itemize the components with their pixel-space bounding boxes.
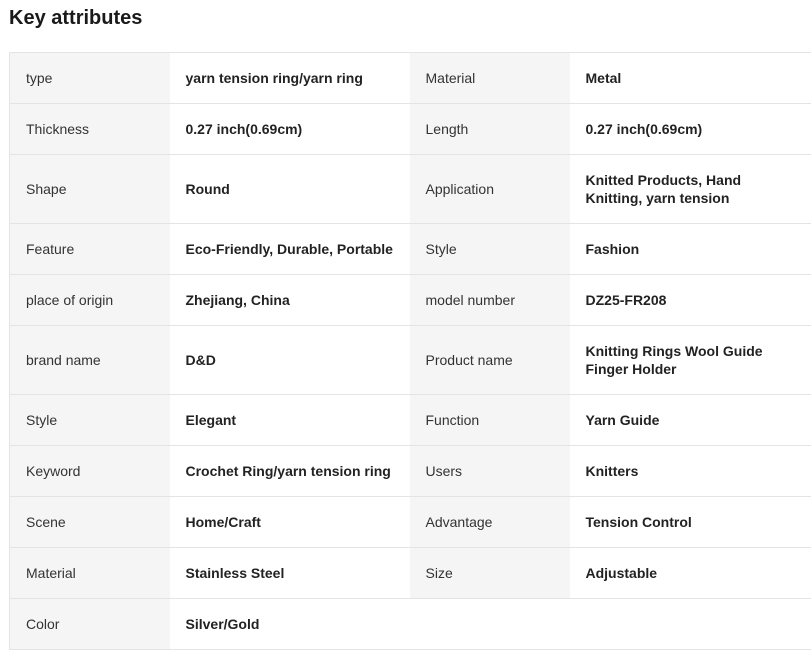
table-row: Material Stainless Steel Size Adjustable [9, 547, 811, 599]
attribute-key: Style [409, 223, 570, 275]
attribute-value: Elegant [169, 394, 410, 446]
table-row: Feature Eco-Friendly, Durable, Portable … [9, 223, 811, 275]
table-row: Color Silver/Gold [9, 598, 811, 650]
attribute-key: place of origin [9, 274, 170, 326]
attribute-value-empty [569, 598, 811, 650]
attribute-value: Silver/Gold [169, 598, 410, 650]
attributes-table: type yarn tension ring/yarn ring Materia… [9, 52, 811, 650]
attribute-value: Crochet Ring/yarn tension ring [169, 445, 410, 497]
attribute-key: Size [409, 547, 570, 599]
attribute-key: Shape [9, 154, 170, 224]
attribute-value: Knitting Rings Wool Guide Finger Holder [569, 325, 811, 395]
attribute-key-empty [409, 598, 570, 650]
attribute-key: Material [409, 52, 570, 104]
attribute-value: D&D [169, 325, 410, 395]
attribute-value: Knitters [569, 445, 811, 497]
section-heading: Key attributes [9, 7, 143, 29]
attribute-value: yarn tension ring/yarn ring [169, 52, 410, 104]
table-row: brand name D&D Product name Knitting Rin… [9, 325, 811, 395]
table-row: place of origin Zhejiang, China model nu… [9, 274, 811, 326]
attribute-value: Zhejiang, China [169, 274, 410, 326]
attribute-value: DZ25-FR208 [569, 274, 811, 326]
attribute-value: Tension Control [569, 496, 811, 548]
attribute-value: 0.27 inch(0.69cm) [569, 103, 811, 155]
attribute-key: Scene [9, 496, 170, 548]
attribute-key: Feature [9, 223, 170, 275]
attribute-value: Metal [569, 52, 811, 104]
attribute-key: Length [409, 103, 570, 155]
attribute-key: model number [409, 274, 570, 326]
attribute-key: Material [9, 547, 170, 599]
attribute-value: Eco-Friendly, Durable, Portable [169, 223, 410, 275]
attribute-value: Adjustable [569, 547, 811, 599]
attribute-key: brand name [9, 325, 170, 395]
attribute-key: type [9, 52, 170, 104]
attribute-value: Yarn Guide [569, 394, 811, 446]
table-row: Scene Home/Craft Advantage Tension Contr… [9, 496, 811, 548]
attribute-value: Knitted Products, Hand Knitting, yarn te… [569, 154, 811, 224]
table-row: type yarn tension ring/yarn ring Materia… [9, 52, 811, 104]
attribute-value: Round [169, 154, 410, 224]
attribute-value: Fashion [569, 223, 811, 275]
table-row: Style Elegant Function Yarn Guide [9, 394, 811, 446]
key-attributes-section: Key attributes type yarn tension ring/ya… [0, 0, 811, 654]
attribute-key: Color [9, 598, 170, 650]
table-row: Thickness 0.27 inch(0.69cm) Length 0.27 … [9, 103, 811, 155]
attribute-key: Product name [409, 325, 570, 395]
attribute-key: Users [409, 445, 570, 497]
attribute-value: 0.27 inch(0.69cm) [169, 103, 410, 155]
attribute-key: Thickness [9, 103, 170, 155]
attribute-value: Home/Craft [169, 496, 410, 548]
table-row: Keyword Crochet Ring/yarn tension ring U… [9, 445, 811, 497]
attribute-key: Application [409, 154, 570, 224]
attribute-key: Advantage [409, 496, 570, 548]
attribute-key: Keyword [9, 445, 170, 497]
attribute-key: Style [9, 394, 170, 446]
attribute-key: Function [409, 394, 570, 446]
attribute-value: Stainless Steel [169, 547, 410, 599]
table-row: Shape Round Application Knitted Products… [9, 154, 811, 224]
